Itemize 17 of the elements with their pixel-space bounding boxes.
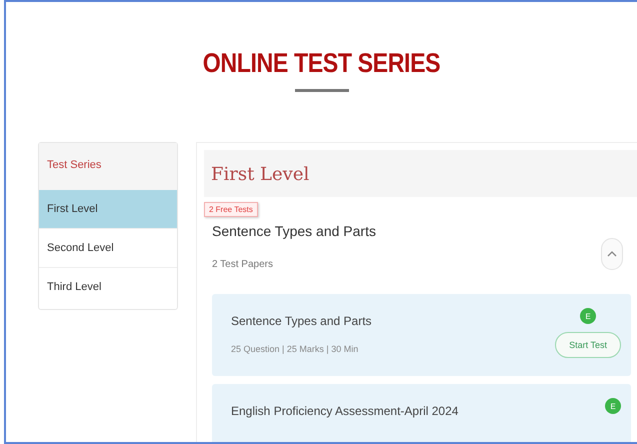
sidebar-item[interactable]: First Level <box>39 190 177 229</box>
sidebar-heading: Test Series <box>39 143 177 190</box>
level-heading: First Level <box>204 150 637 197</box>
test-details: 25 Question | 25 Marks | 30 Min <box>231 344 360 354</box>
title-underline <box>294 89 348 92</box>
free-tests-badge: 2 Free Tests <box>204 202 258 217</box>
level-tag: E <box>580 308 596 324</box>
test-papers-count: 2 Test Papers <box>212 259 274 270</box>
test-title: Sentence Types and Parts <box>231 314 372 328</box>
level-tag: E <box>605 398 621 414</box>
series-title[interactable]: Sentence Types and Parts <box>212 223 376 239</box>
chevron-icon <box>607 250 617 256</box>
page-title: ONLINE TEST SERIES <box>202 48 442 79</box>
collapse-button[interactable] <box>601 238 623 270</box>
test-title: English Proficiency Assessment-April 2024 <box>231 404 458 418</box>
sidebar-item[interactable]: Second Level <box>39 229 177 268</box>
sidebar-item[interactable]: Third Level <box>39 268 177 307</box>
